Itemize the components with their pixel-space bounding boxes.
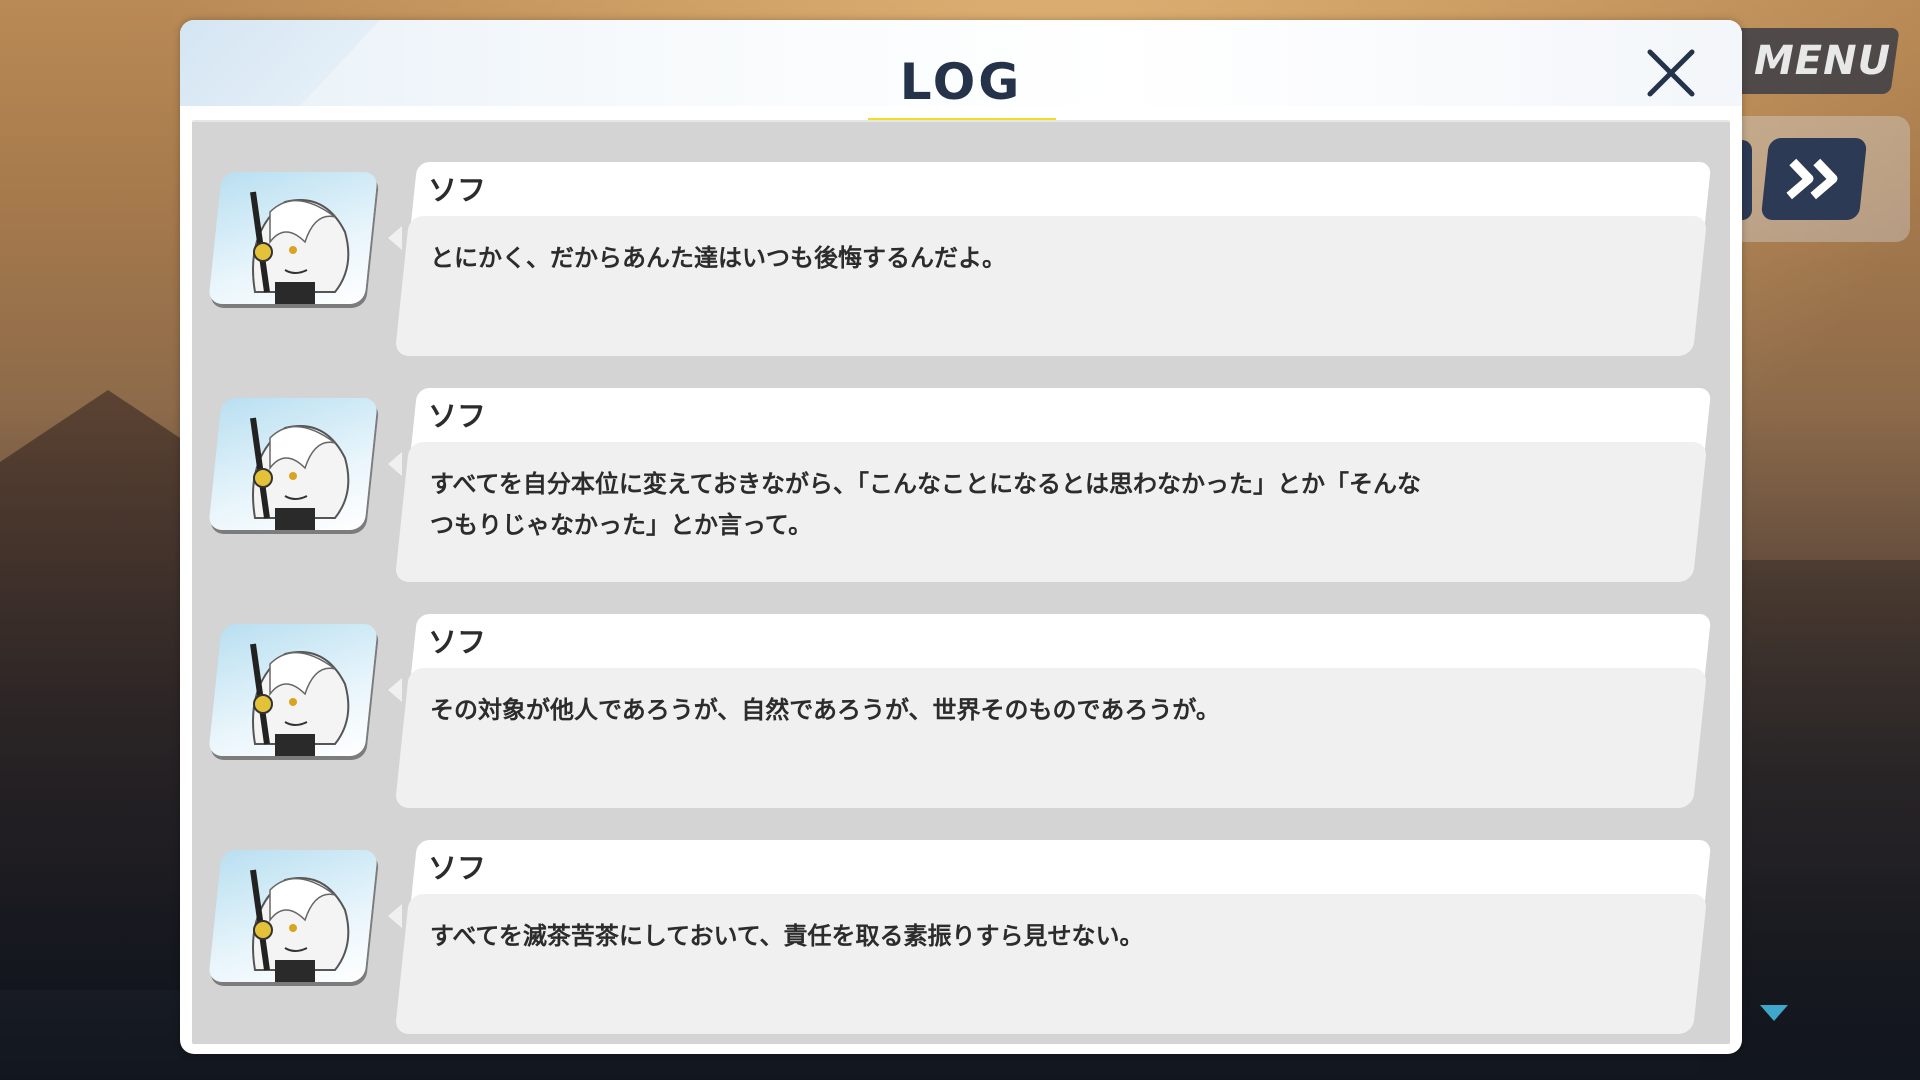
speaker-name: ソフ [428, 173, 487, 207]
dialogue-bubble [394, 894, 1708, 1034]
dialogue-bubble [394, 668, 1708, 808]
dialogue-bubble [394, 216, 1708, 356]
speaker-name: ソフ [428, 625, 487, 659]
fast-forward-button[interactable] [1760, 138, 1868, 220]
close-icon [1647, 49, 1695, 97]
dialogue-text: その対象が他人であろうが、自然であろうが、世界そのものであろうが。 [430, 696, 1220, 724]
avatar [208, 850, 378, 982]
log-panel: LOG ソフ とにかく、だからあんた達はいつも後悔するんだよ。 ソフ すべてを自… [180, 20, 1742, 1054]
fast-forward-icon [1786, 158, 1838, 200]
log-entry: ソフ とにかく、だからあんた達はいつも後悔するんだよ。 [192, 148, 1730, 356]
log-entry: ソフ その対象が他人であろうが、自然であろうが、世界そのものであろうが。 [192, 600, 1730, 808]
bubble-tail [388, 678, 402, 702]
log-list[interactable]: ソフ とにかく、だからあんた達はいつも後悔するんだよ。 ソフ すべてを自分本位に… [192, 120, 1730, 1044]
triangle-down-icon[interactable] [1760, 1005, 1788, 1021]
bubble-tail [388, 226, 402, 250]
speaker-name: ソフ [428, 399, 487, 433]
speaker-name: ソフ [428, 851, 487, 885]
dialogue-text: すべてを自分本位に変えておきながら、「こんなことになるとは思わなかった」とか「そ… [430, 470, 1421, 539]
bubble-tail [388, 452, 402, 476]
page-title: LOG [899, 53, 1023, 111]
avatar [208, 398, 378, 530]
dialogue-text: とにかく、だからあんた達はいつも後悔するんだよ。 [430, 244, 1006, 272]
log-entry: ソフ すべてを滅茶苦茶にしておいて、責任を取る素振りすら見せない。 [192, 826, 1730, 1034]
dialogue-text: すべてを滅茶苦茶にしておいて、責任を取る素振りすら見せない。 [430, 922, 1144, 950]
bubble-tail [388, 904, 402, 928]
avatar [208, 624, 378, 756]
avatar [208, 172, 378, 304]
close-button[interactable] [1638, 40, 1704, 106]
log-entry: ソフ すべてを自分本位に変えておきながら、「こんなことになるとは思わなかった」と… [192, 374, 1730, 582]
